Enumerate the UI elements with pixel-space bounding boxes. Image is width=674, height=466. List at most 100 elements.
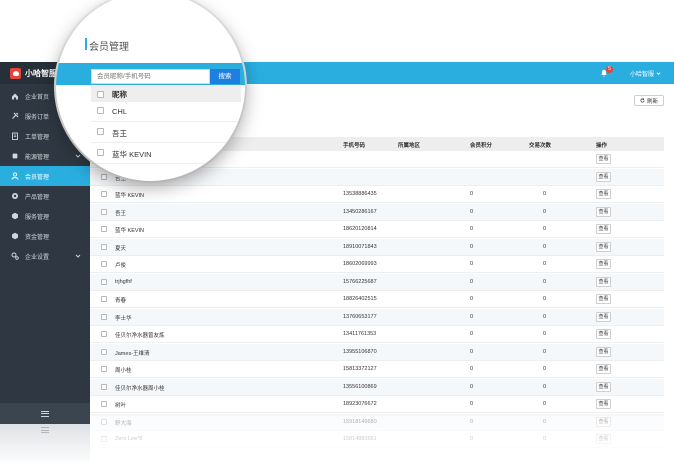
cell-trades: 0 [543,401,547,407]
refresh-button[interactable]: 刷新 [634,95,664,106]
view-button[interactable]: 查看 [596,171,611,182]
cell-trades: 0 [543,383,547,390]
cell-trades: 0 [543,366,547,372]
row-checkbox[interactable] [97,128,104,135]
chevron-down-icon [656,72,661,75]
view-button[interactable]: 查看 [596,241,611,252]
cell-points: 0 [470,296,474,302]
search-button[interactable]: 搜索 [210,69,240,84]
view-button[interactable]: 查看 [596,364,611,374]
cell-nickname: 树叶 [115,403,127,409]
row-checkbox[interactable] [97,149,104,156]
row-checkbox[interactable] [101,401,107,407]
view-button[interactable]: 查看 [596,206,611,217]
sidebar-item-5[interactable]: 产品管理 [0,186,90,206]
cell-phone: 13411761353 [343,331,377,337]
cell-nickname: 蓝华 KEVIN [112,150,152,159]
view-button[interactable]: 查看 [596,399,611,409]
row-checkbox[interactable] [101,261,107,267]
cell-nickname: James-王维清 [115,350,150,357]
menu-icon-reflection [41,427,49,433]
gear-icon [11,252,19,260]
user-menu[interactable]: 小哈智服 [630,69,661,78]
table-row: James-王维清 13955106870 0 0 查看 [90,343,664,361]
cell-phone: 18923076672 [343,401,377,407]
cell-points: 0 [470,383,474,390]
title-accent [85,38,87,50]
cell-points: 0 [470,261,474,267]
view-button[interactable]: 查看 [596,381,611,392]
cell-points: 0 [470,208,474,215]
search-input[interactable] [91,69,210,84]
cell-points: 0 [470,366,474,372]
row-checkbox[interactable] [101,226,107,232]
cell-trades: 0 [543,261,547,267]
row-checkbox[interactable] [101,383,107,390]
row-checkbox[interactable] [101,313,107,320]
sidebar-item-7[interactable]: 资金管理 [0,226,90,246]
cell-trades: 0 [543,208,547,215]
sidebar-item-8[interactable]: 企业设置 [0,246,90,266]
view-button[interactable]: 查看 [596,224,611,234]
cell-phone: 13760653177 [343,313,377,320]
table-header-magnified: 昵称 [91,86,241,102]
row-checkbox[interactable] [101,278,107,285]
cell-trades: 0 [543,243,547,250]
cell-phone: 13955106870 [343,348,377,355]
row-checkbox[interactable] [101,208,107,215]
page-title: 会员管理 [89,42,129,53]
view-button[interactable]: 查看 [596,189,611,199]
cell-nickname: 青春 [115,298,127,304]
cell-nickname: 周小桂 [115,368,132,374]
view-button[interactable]: 查看 [596,346,611,357]
sidebar-collapse-button[interactable] [0,403,90,424]
cell-nickname: trjhgfhf [115,278,132,285]
cell-phone: 18602069993 [343,261,377,267]
cell-points: 0 [470,331,474,337]
row-checkbox[interactable] [101,191,107,197]
view-button[interactable]: 查看 [596,311,611,322]
select-all-checkbox[interactable] [97,91,104,98]
table-row: 周小桂 15813372127 0 0 查看 [90,361,664,378]
cell-trades: 0 [543,348,547,355]
row-checkbox[interactable] [101,348,107,355]
cell-trades: 0 [543,313,547,320]
cell-phone: 13556100869 [343,383,377,390]
column-header-actions: 操作 [596,143,608,149]
table-row-magnified: CHL [91,102,241,122]
refresh-label: 刷新 [646,98,658,105]
cell-nickname: 蓝华 KEVIN [115,228,145,234]
cell-nickname: CHL [112,107,128,116]
sidebar-item-label: 企业设置 [25,254,50,261]
cell-phone: 13450286167 [343,208,377,215]
view-button[interactable]: 查看 [596,259,611,269]
chip-icon [11,152,19,160]
row-checkbox[interactable] [101,331,107,337]
row-checkbox[interactable] [101,296,107,302]
cell-phone: 15813372127 [343,366,377,372]
column-header-trades: 交易次数 [529,143,552,149]
cell-points: 0 [470,226,474,232]
table-row: 卢俊 18602069993 0 0 查看 [90,256,664,273]
logo-icon [10,67,21,79]
view-button[interactable]: 查看 [596,294,611,304]
row-checkbox[interactable] [101,243,107,250]
sidebar-item-label: 会员管理 [25,174,50,181]
cell-phone: 15766225687 [343,278,377,285]
cell-points: 0 [470,401,474,407]
cell-nickname: 夏天 [115,245,127,252]
sidebar-item-6[interactable]: 服务管理 [0,206,90,226]
cell-trades: 0 [543,278,547,285]
tools-icon [11,112,19,120]
table-row: 树叶 18923076672 0 0 查看 [90,396,664,413]
view-button[interactable]: 查看 [596,329,611,339]
view-button[interactable]: 查看 [596,154,611,164]
view-button[interactable]: 查看 [596,276,611,287]
row-checkbox[interactable] [97,107,104,114]
row-checkbox[interactable] [101,366,107,372]
cell-phone: 18620120814 [343,226,377,232]
cell-trades: 0 [543,226,547,232]
cell-phone: 18826402515 [343,296,377,302]
cell-points: 0 [470,243,474,250]
column-header-points: 会员积分 [470,143,493,149]
